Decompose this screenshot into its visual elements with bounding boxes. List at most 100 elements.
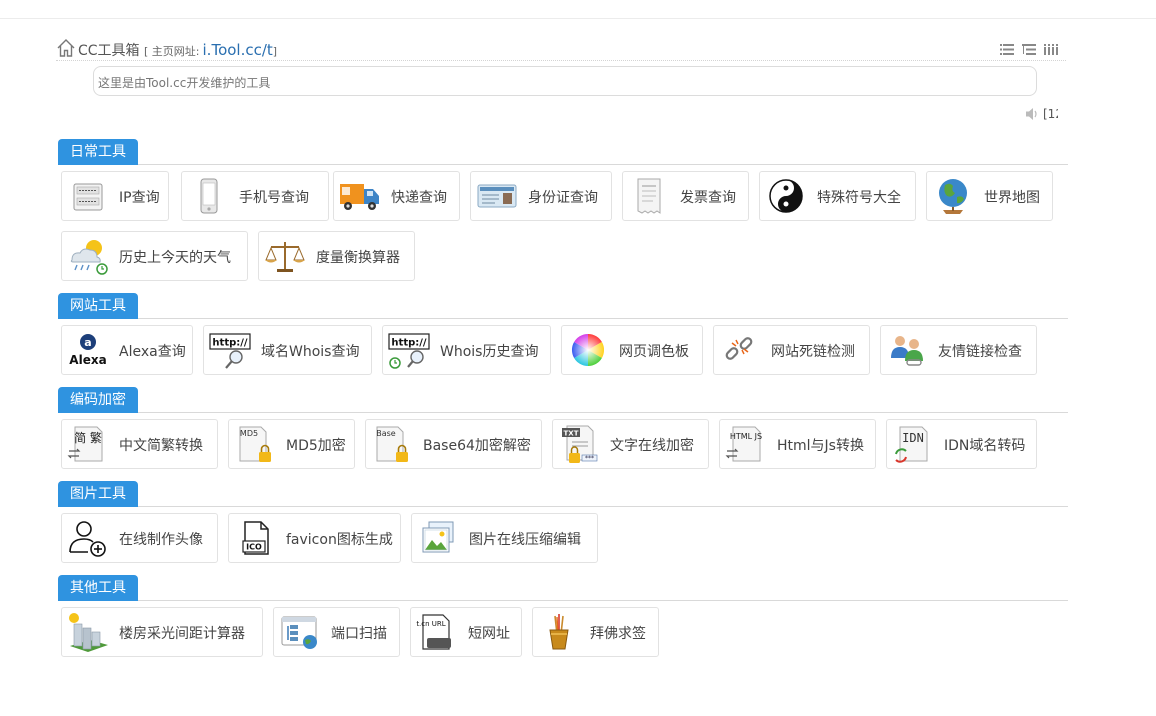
- buildings-sun-icon: [66, 612, 110, 652]
- view-mode-switcher: [1000, 44, 1058, 55]
- section-header: 其他工具: [58, 573, 1068, 601]
- tool-label: favicon图标生成: [286, 532, 393, 548]
- tool-avatar-maker[interactable]: 在线制作头像: [61, 513, 218, 563]
- chinese-convert-icon: 简 繁: [66, 424, 110, 464]
- tool-label: Alexa查询: [119, 344, 186, 360]
- tool-text-encrypt[interactable]: TXT *** 文字在线加密: [552, 419, 709, 469]
- tool-idn-convert[interactable]: IDN IDN域名转码: [886, 419, 1037, 469]
- home-icon[interactable]: [56, 38, 76, 58]
- homepage-url-link[interactable]: i.Tool.cc/t: [203, 41, 273, 59]
- delivery-truck-icon: [338, 176, 382, 216]
- tool-special-symbols[interactable]: 特殊符号大全: [759, 171, 916, 221]
- tool-label: MD5加密: [286, 438, 346, 454]
- section-header: 编码加密: [58, 385, 1068, 413]
- avatar-add-icon: [66, 518, 110, 558]
- section-title: 图片工具: [58, 481, 138, 507]
- users-link-icon: [885, 330, 929, 370]
- globe-icon: [931, 176, 975, 216]
- tool-port-scan[interactable]: 端口扫描: [273, 607, 400, 657]
- tool-label: 发票查询: [680, 190, 736, 206]
- tool-md5-encrypt[interactable]: MD5 MD5加密: [228, 419, 355, 469]
- color-wheel-icon: [566, 330, 610, 370]
- tool-label: Whois历史查询: [440, 344, 539, 360]
- tool-label: 在线制作头像: [119, 532, 203, 548]
- tool-label: Base64加密解密: [423, 438, 531, 454]
- yin-yang-icon: [764, 176, 808, 216]
- svg-text:a: a: [84, 336, 91, 349]
- tool-label: 身份证查询: [528, 190, 598, 206]
- tool-short-url[interactable]: t.cn URL 短网址: [410, 607, 522, 657]
- tool-label: 中文简繁转换: [119, 438, 203, 454]
- base64-lock-icon: Base: [370, 424, 414, 464]
- svg-text:http://: http://: [391, 338, 426, 349]
- tool-express-query[interactable]: 快递查询: [333, 171, 460, 221]
- tool-world-map[interactable]: 世界地图: [926, 171, 1053, 221]
- top-divider: [0, 18, 1156, 19]
- speaker-icon[interactable]: [1024, 106, 1040, 122]
- grid-view-icon[interactable]: [1044, 44, 1058, 55]
- tool-ip-query[interactable]: IP查询: [61, 171, 169, 221]
- tool-label: 手机号查询: [239, 190, 309, 206]
- notice-box: 这里是由Tool.cc开发维护的工具: [93, 66, 1037, 96]
- page-title: CC工具箱 [ 主页网址: i.Tool.cc/t]: [78, 40, 277, 60]
- tool-domain-whois[interactable]: http:// 域名Whois查询: [203, 325, 372, 375]
- weather-icon: [66, 236, 110, 276]
- tool-label: 拜佛求签: [590, 626, 646, 642]
- section-website-tools: 网站工具 a Alexa Alexa查询 http:// 域名Whois查询 ht…: [58, 291, 1068, 375]
- svg-text:HTML JS: HTML JS: [730, 432, 762, 441]
- tool-fortune-sticks[interactable]: 拜佛求签: [532, 607, 659, 657]
- scale-icon: [263, 236, 307, 276]
- speaker-count: [12: [1043, 107, 1058, 121]
- tool-label: IDN域名转码: [944, 438, 1026, 454]
- short-url-icon: t.cn URL: [415, 612, 459, 652]
- tool-label: 网站死链检测: [771, 344, 855, 360]
- receipt-icon: [627, 176, 671, 216]
- svg-text:Alexa: Alexa: [69, 353, 106, 367]
- tool-whois-history[interactable]: http:// Whois历史查询: [382, 325, 551, 375]
- phone-icon: [186, 176, 230, 216]
- http-history-icon: http://: [387, 330, 431, 370]
- svg-text:Base: Base: [376, 429, 396, 438]
- html-js-icon: HTML JS: [724, 424, 768, 464]
- id-card-icon: [475, 176, 519, 216]
- tool-friend-link-check[interactable]: 友情链接检查: [880, 325, 1037, 375]
- tool-favicon-generator[interactable]: ICO favicon图标生成: [228, 513, 401, 563]
- tool-building-sunlight[interactable]: 楼房采光间距计算器: [61, 607, 263, 657]
- svg-text:MD5: MD5: [240, 429, 258, 438]
- tool-label: 特殊符号大全: [817, 190, 901, 206]
- tool-label: 域名Whois查询: [261, 344, 360, 360]
- section-header: 日常工具: [58, 137, 1068, 165]
- tool-chinese-convert[interactable]: 简 繁 中文简繁转换: [61, 419, 218, 469]
- section-title: 其他工具: [58, 575, 138, 601]
- section-image-tools: 图片工具 在线制作头像 ICO favicon图标生成 图片在线压缩编辑: [58, 479, 1068, 563]
- broken-link-icon: [718, 330, 762, 370]
- tool-unit-converter[interactable]: 度量衡换算器: [258, 231, 415, 281]
- tree-view-icon[interactable]: [1022, 44, 1036, 55]
- section-daily-tools: 日常工具 IP查询 手机号查询 快递查询 身份证查询 发票查询 特殊符号大全 世…: [58, 137, 1068, 281]
- svg-text:TXT: TXT: [564, 430, 579, 438]
- tool-label: 网页调色板: [619, 344, 689, 360]
- section-other-tools: 其他工具 楼房采光间距计算器 端口扫描 t.cn URL 短网址 拜佛求签: [58, 573, 1068, 657]
- section-header: 网站工具: [58, 291, 1068, 319]
- tool-label: Html与Js转换: [777, 438, 864, 454]
- tool-phone-query[interactable]: 手机号查询: [181, 171, 329, 221]
- section-title: 日常工具: [58, 139, 138, 165]
- tool-label: 友情链接检查: [938, 344, 1022, 360]
- tool-invoice-query[interactable]: 发票查询: [622, 171, 749, 221]
- tool-dead-link-check[interactable]: 网站死链检测: [713, 325, 870, 375]
- section-encoding-tools: 编码加密 简 繁 中文简繁转换 MD5 MD5加密 Base Base64加密解…: [58, 385, 1068, 469]
- svg-text:http://: http://: [212, 338, 247, 349]
- tool-alexa-query[interactable]: a Alexa Alexa查询: [61, 325, 193, 375]
- list-view-icon[interactable]: [1000, 44, 1014, 55]
- md5-lock-icon: MD5: [233, 424, 277, 464]
- tool-history-weather[interactable]: 历史上今天的天气: [61, 231, 248, 281]
- tool-id-card-query[interactable]: 身份证查询: [470, 171, 612, 221]
- tool-label: 度量衡换算器: [316, 250, 400, 266]
- tool-base64[interactable]: Base Base64加密解密: [365, 419, 542, 469]
- tool-html-js[interactable]: HTML JS Html与Js转换: [719, 419, 876, 469]
- tool-color-palette[interactable]: 网页调色板: [561, 325, 703, 375]
- svg-text:t.cn URL: t.cn URL: [416, 620, 445, 628]
- tool-label: 图片在线压缩编辑: [469, 532, 581, 548]
- tool-label: 世界地图: [984, 190, 1040, 206]
- tool-image-compress[interactable]: 图片在线压缩编辑: [411, 513, 598, 563]
